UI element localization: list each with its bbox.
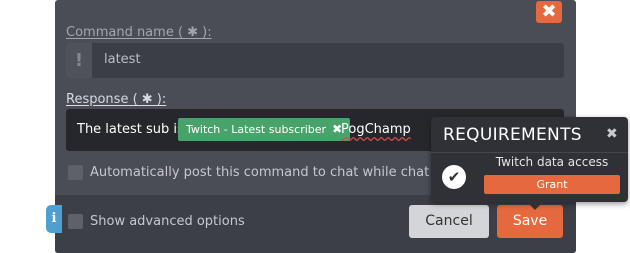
response-label: Response ( ✱ ): <box>66 92 167 107</box>
dialog-close-button[interactable]: ✖ <box>536 1 562 23</box>
command-name-value[interactable]: latest <box>104 52 141 67</box>
close-icon: ✖ <box>541 1 557 22</box>
check-icon: ✔ <box>442 165 466 189</box>
variable-chip-label: Twitch - Latest subscriber <box>186 123 327 136</box>
popup-arrow <box>527 202 543 210</box>
response-prefix-text: The latest sub is <box>77 122 184 137</box>
cancel-button[interactable]: Cancel <box>409 205 489 238</box>
requirements-popup: REQUIREMENTS ✖ ✔ Twitch data access Gran… <box>431 117 628 210</box>
command-name-field[interactable]: ! latest <box>66 43 564 78</box>
variable-chip[interactable]: Twitch - Latest subscriber ✖ <box>178 118 351 141</box>
grant-button[interactable]: Grant <box>484 175 620 194</box>
requirements-close-icon[interactable]: ✖ <box>606 126 618 142</box>
requirement-label: Twitch data access <box>495 155 609 169</box>
advanced-options-checkbox[interactable] <box>68 214 83 229</box>
auto-post-checkbox[interactable] <box>68 165 83 180</box>
requirements-divider <box>431 152 628 153</box>
command-name-label: Command name ( ✱ ): <box>66 25 212 40</box>
response-suffix-text: PogChamp <box>341 122 411 137</box>
warning-icon: ! <box>66 43 92 78</box>
auto-post-label[interactable]: Automatically post this command to chat … <box>90 165 487 180</box>
info-icon[interactable]: i <box>46 205 62 233</box>
requirements-title: REQUIREMENTS <box>443 125 582 145</box>
advanced-options-label[interactable]: Show advanced options <box>90 214 245 229</box>
